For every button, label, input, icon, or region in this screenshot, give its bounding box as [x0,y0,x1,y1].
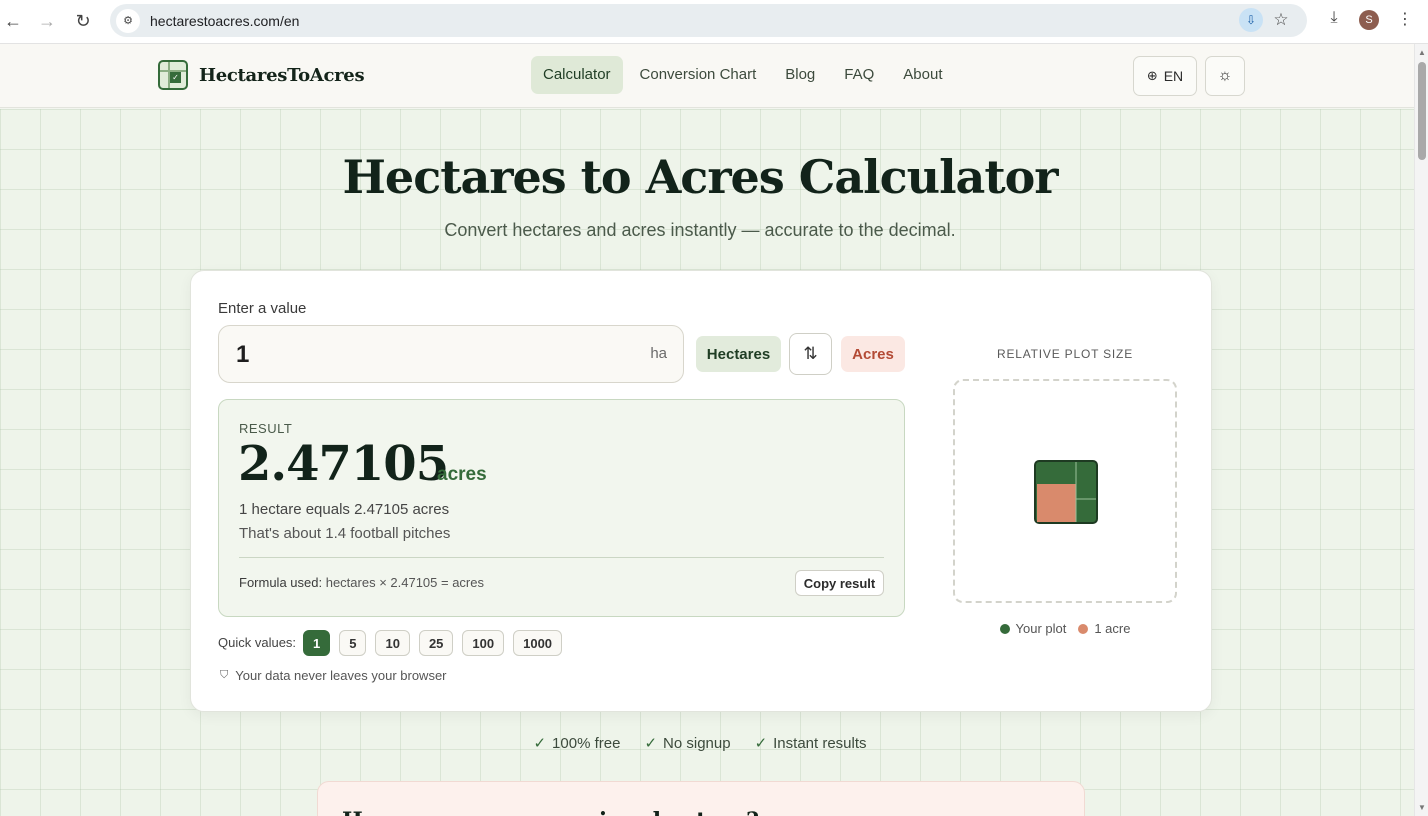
back-icon[interactable]: ← [0,8,26,34]
plot-svg [1034,460,1098,524]
legend-your-plot-label: Your plot [1015,621,1067,636]
main-nav: Calculator Conversion Chart Blog FAQ Abo… [531,56,960,94]
browser-menu-icon[interactable]: ⋮ [1395,9,1415,33]
shield-icon: ⛉ [220,669,229,681]
info-section-heading: How many acres are in a hectare? [342,808,759,816]
url-text[interactable]: hectarestoacres.com/en [150,13,299,29]
plot-visualization [953,379,1177,603]
formula-text: Formula used: hectares × 2.47105 = acres [239,575,484,590]
input-unit-suffix: ha [650,345,667,362]
language-button[interactable]: ⊕ EN [1133,56,1197,96]
check-icon: ✓ [644,735,658,752]
globe-icon: ⊕ [1146,68,1158,83]
scroll-down-icon[interactable]: ▼ [1418,803,1426,812]
sun-icon: ☼ [1217,67,1233,84]
badge-no-signup-label: No signup [663,734,731,752]
legend-one-acre: 1 acre [1078,621,1130,636]
privacy-note: ⛉ Your data never leaves your browser [220,668,447,683]
address-bar[interactable]: ⚙ hectarestoacres.com/en ⇩ ☆ [110,4,1307,37]
to-unit-button[interactable]: Acres [841,336,905,372]
profile-avatar[interactable]: S [1359,10,1379,30]
install-app-icon[interactable]: ⇩ [1239,8,1263,32]
from-unit-button[interactable]: Hectares [696,336,781,372]
result-label: RESULT [239,421,293,436]
equivalence-text: 1 hectare equals 2.47105 acres [239,501,450,518]
badge-free: ✓ 100% free [533,734,621,753]
swap-units-button[interactable]: ⇅ [789,333,832,375]
one-acre-square [1037,484,1076,522]
check-icon: ✓ [754,735,768,752]
quick-value-5[interactable]: 5 [339,630,367,656]
swap-arrows-icon: ⇅ [803,344,818,363]
site-header: ✓ HectaresToAcres Calculator Conversion … [0,44,1414,108]
result-value: 2.47105 [238,436,449,492]
badge-no-signup: ✓ No signup [644,734,731,753]
quick-value-100[interactable]: 100 [462,630,505,656]
result-unit: acres [437,464,487,485]
logo-text: HectaresToAcres [199,64,365,86]
nav-calculator[interactable]: Calculator [531,56,623,94]
scroll-up-icon[interactable]: ▲ [1418,48,1426,57]
reload-icon[interactable]: ↻ [70,8,96,34]
formula-expression: hectares × 2.47105 = acres [325,575,484,590]
plot-legend: Your plot 1 acre [953,621,1177,636]
quick-value-10[interactable]: 10 [375,630,410,656]
feature-badges: ✓ 100% free ✓ No signup ✓ Instant results [0,734,1400,753]
quick-value-25[interactable]: 25 [418,630,454,656]
quick-values-label: Quick values: [218,635,297,650]
nav-conversion-chart[interactable]: Conversion Chart [628,56,769,94]
formula-label: Formula used: [239,575,323,590]
football-comparison: That's about 1.4 football pitches [239,525,451,542]
page-title: Hectares to Acres Calculator [342,150,1058,204]
badge-free-label: 100% free [552,734,621,752]
site-logo[interactable]: ✓ HectaresToAcres [158,60,365,90]
legend-dot-your-plot [999,623,1010,634]
language-label: EN [1163,68,1184,84]
result-panel: RESULT 2.47105 acres 1 hectare equals 2.… [218,399,905,617]
nav-faq[interactable]: FAQ [832,56,886,94]
copy-result-button[interactable]: Copy result [795,570,884,596]
badge-instant-label: Instant results [773,734,867,752]
value-input-text[interactable]: 1 [236,341,249,369]
plot-title: RELATIVE PLOT SIZE [997,347,1133,361]
forward-icon[interactable]: → [34,8,60,34]
download-icon[interactable]: ⤓ [1322,9,1346,33]
theme-toggle-button[interactable]: ☼ [1205,56,1245,96]
nav-blog[interactable]: Blog [773,56,827,94]
result-divider [239,557,884,558]
legend-dot-one-acre [1078,623,1089,634]
legend-your-plot: Your plot [999,621,1067,636]
page-subtitle: Convert hectares and acres instantly — a… [444,220,956,240]
info-section: How many acres are in a hectare? [317,781,1085,816]
quick-value-1[interactable]: 1 [303,630,331,656]
badge-instant: ✓ Instant results [754,734,867,753]
legend-one-acre-label: 1 acre [1094,621,1131,636]
scrollbar-thumb[interactable] [1418,62,1426,160]
logo-grid-icon: ✓ [158,60,188,90]
value-input[interactable]: 1 ha [218,325,684,383]
page-scrollbar[interactable]: ▲ ▼ [1414,44,1428,816]
quick-value-1000[interactable]: 1000 [513,630,563,656]
site-settings-icon[interactable]: ⚙ [116,8,140,33]
quick-values: 1 5 10 25 100 1000 [303,630,571,656]
privacy-text: Your data never leaves your browser [235,668,447,683]
browser-toolbar: ← → ↻ ⚙ hectarestoacres.com/en ⇩ ☆ ⤓ S ⋮ [0,0,1428,44]
calculator-card: Enter a value 1 ha Hectares ⇅ Acres RESU… [190,270,1212,712]
check-icon: ✓ [533,735,547,752]
bookmark-star-icon[interactable]: ☆ [1269,8,1293,32]
input-label: Enter a value [218,300,307,317]
nav-about[interactable]: About [891,56,954,94]
